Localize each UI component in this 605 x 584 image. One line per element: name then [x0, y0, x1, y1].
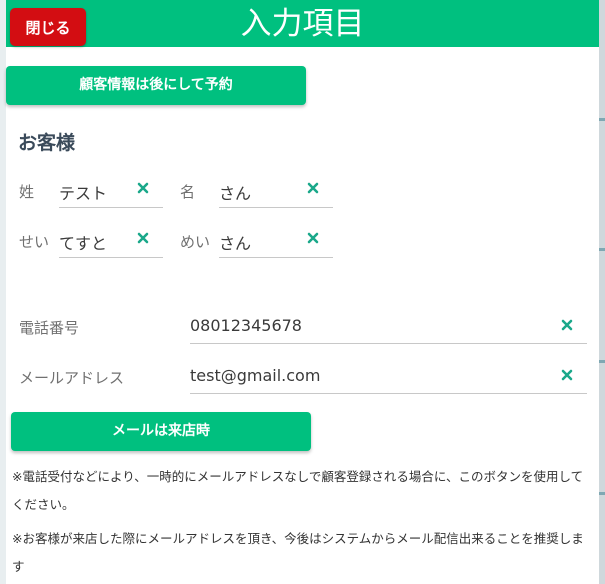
background-mark [599, 492, 605, 495]
phone-registration-note: ※電話受付などにより、一時的にメールアドレスなしで顧客登録される場合に、このボタ… [12, 469, 584, 512]
email-value: test@gmail.com [190, 366, 321, 385]
background-mark [599, 118, 605, 121]
first-name-kana-clear-icon[interactable] [307, 232, 321, 246]
background-mark [599, 360, 605, 363]
email-field[interactable]: test@gmail.com [190, 364, 587, 394]
first-name-value: さん [219, 184, 252, 203]
reserve-without-customer-info-button[interactable]: 顧客情報は後にして予約 [6, 66, 306, 105]
last-name-kana-clear-icon[interactable] [137, 232, 151, 246]
last-name-label: 姓 [19, 183, 35, 201]
background-mark [599, 248, 605, 251]
modal-title: 入力項目 [240, 6, 365, 42]
email-recommendation-note: ※お客様が来店した際にメールアドレスを頂き、今後はシステムからメール配信出来るこ… [12, 531, 584, 574]
close-button[interactable]: 閉じる [10, 8, 86, 46]
phone-clear-icon[interactable] [561, 319, 575, 333]
last-name-kana-label: せい [19, 233, 50, 251]
background-right-edge [599, 0, 605, 584]
customer-section-title: お客様 [18, 132, 76, 154]
last-name-kana-field[interactable]: てすと [59, 228, 163, 258]
mail-on-visit-button[interactable]: メールは来店時 [11, 412, 311, 451]
first-name-kana-label: めい [180, 233, 211, 251]
email-label: メールアドレス [19, 369, 125, 387]
modal-header: 入力項目 [6, 0, 599, 47]
first-name-kana-value: さん [219, 234, 252, 253]
phone-value: 08012345678 [190, 316, 302, 335]
phone-field[interactable]: 08012345678 [190, 314, 587, 344]
first-name-field[interactable]: さん [219, 178, 333, 208]
email-clear-icon[interactable] [561, 369, 575, 383]
customer-input-modal: 入力項目 閉じる 顧客情報は後にして予約 お客様 姓 テスト 名 さん せい て… [6, 0, 599, 584]
last-name-clear-icon[interactable] [137, 182, 151, 196]
first-name-kana-field[interactable]: さん [219, 228, 333, 258]
last-name-kana-value: てすと [59, 234, 108, 253]
last-name-value: テスト [59, 184, 108, 203]
first-name-label: 名 [180, 183, 196, 201]
last-name-field[interactable]: テスト [59, 178, 163, 208]
phone-label: 電話番号 [19, 319, 80, 337]
first-name-clear-icon[interactable] [307, 182, 321, 196]
